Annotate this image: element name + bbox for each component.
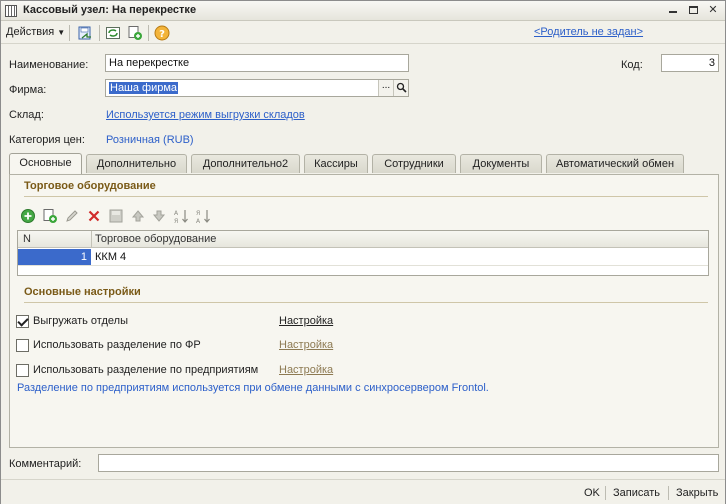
- add-row-icon[interactable]: [20, 208, 36, 224]
- save-close-icon[interactable]: [77, 25, 93, 41]
- equipment-section-title: Торговое оборудование: [24, 180, 156, 192]
- maximize-button[interactable]: [685, 3, 701, 18]
- tab-cashiers[interactable]: Кассиры: [304, 154, 368, 173]
- button-separator: [605, 486, 606, 500]
- toolbar-separator: [99, 25, 100, 41]
- code-label: Код:: [621, 59, 643, 71]
- column-header-n[interactable]: N: [23, 233, 31, 245]
- close-icon: ✕: [708, 4, 718, 16]
- split-by-enterprise-checkbox[interactable]: [16, 364, 29, 377]
- comment-input[interactable]: [98, 454, 719, 472]
- tab-main[interactable]: Основные: [9, 153, 82, 174]
- tab-employees[interactable]: Сотрудники: [372, 154, 456, 173]
- document-icon: [5, 5, 17, 17]
- price-category-label: Категория цен:: [9, 134, 85, 146]
- minimize-button[interactable]: [665, 3, 681, 18]
- toolbar: Действия ▼ ? <Родитель не задан>: [1, 22, 725, 44]
- table-header: N Торговое оборудование: [18, 231, 708, 248]
- firm-value: Наша фирма: [109, 82, 179, 94]
- code-value: 3: [708, 57, 715, 69]
- move-down-icon[interactable]: [151, 208, 167, 224]
- button-separator: [668, 486, 669, 500]
- name-value: На перекрестке: [109, 57, 190, 69]
- firm-label: Фирма:: [9, 84, 47, 96]
- svg-text:?: ?: [159, 29, 165, 40]
- maximize-icon: [688, 6, 698, 14]
- form-window: Кассовый узел: На перекрестке ✕ Действия…: [0, 0, 726, 504]
- row-number-cell[interactable]: 1: [18, 249, 91, 265]
- name-label: Наименование:: [9, 59, 89, 71]
- sort-ascending-icon[interactable]: A Я: [173, 208, 189, 224]
- split-by-fr-label[interactable]: Использовать разделение по ФР: [33, 339, 201, 351]
- title-bar: Кассовый узел: На перекрестке ✕: [1, 1, 725, 21]
- export-departments-checkbox[interactable]: [16, 315, 29, 328]
- info-text: Разделение по предприятиям используется …: [17, 382, 489, 394]
- comment-label: Комментарий:: [9, 458, 82, 470]
- column-header-equipment[interactable]: Торговое оборудование: [95, 233, 216, 245]
- actions-label: Действия: [6, 26, 55, 38]
- help-icon[interactable]: ?: [154, 25, 170, 41]
- svg-text:A: A: [196, 218, 201, 224]
- split-by-fr-settings-link[interactable]: Настройка: [279, 339, 333, 351]
- window-title: Кассовый узел: На перекрестке: [23, 4, 197, 16]
- minimize-icon: [669, 11, 677, 13]
- tab-additional2[interactable]: Дополнительно2: [191, 154, 300, 173]
- tab-panel-main: Торговое оборудование A Я Я A N Торговое…: [9, 174, 719, 448]
- parent-link[interactable]: <Родитель не задан>: [534, 26, 643, 38]
- code-input[interactable]: 3: [661, 54, 719, 72]
- equipment-table[interactable]: N Торговое оборудование 1 ККМ 4: [17, 230, 709, 276]
- sort-descending-icon[interactable]: Я A: [195, 208, 211, 224]
- firm-open-button[interactable]: [393, 80, 408, 96]
- firm-input[interactable]: Наша фирма ...: [105, 79, 409, 97]
- section-divider: [24, 302, 708, 303]
- name-input[interactable]: На перекрестке: [105, 54, 409, 72]
- move-up-icon[interactable]: [130, 208, 146, 224]
- refresh-icon[interactable]: [105, 25, 121, 41]
- copy-row-icon[interactable]: [42, 208, 58, 224]
- export-departments-label[interactable]: Выгружать отделы: [33, 315, 128, 327]
- bottom-bar: OK Записать Закрыть: [1, 479, 725, 504]
- ok-button[interactable]: OK: [584, 487, 600, 499]
- toolbar-separator: [148, 25, 149, 41]
- export-departments-settings-link[interactable]: Настройка: [279, 315, 333, 327]
- section-divider: [24, 196, 708, 197]
- equipment-cell[interactable]: ККМ 4: [92, 249, 708, 265]
- svg-text:Я: Я: [196, 210, 200, 217]
- split-by-enterprise-settings-link[interactable]: Настройка: [279, 364, 333, 376]
- actions-menu[interactable]: Действия ▼: [6, 26, 65, 38]
- svg-text:A: A: [174, 210, 179, 217]
- tab-additional[interactable]: Дополнительно: [86, 154, 187, 173]
- svg-text:Я: Я: [174, 218, 178, 224]
- toolbar-separator: [69, 25, 70, 41]
- edit-row-icon[interactable]: [64, 208, 80, 224]
- end-edit-icon[interactable]: [108, 208, 124, 224]
- warehouse-label: Склад:: [9, 109, 44, 121]
- close-window-button[interactable]: ✕: [705, 3, 721, 18]
- column-divider: [91, 231, 92, 248]
- tab-documents[interactable]: Документы: [460, 154, 542, 173]
- delete-row-icon[interactable]: [86, 208, 102, 224]
- copy-icon[interactable]: [127, 25, 143, 41]
- dropdown-arrow-icon: ▼: [57, 28, 66, 37]
- split-by-fr-checkbox[interactable]: [16, 339, 29, 352]
- settings-section-title: Основные настройки: [24, 286, 141, 298]
- price-category-link[interactable]: Розничная (RUB): [106, 134, 194, 146]
- firm-select-button[interactable]: ...: [378, 80, 393, 96]
- warehouse-link[interactable]: Используется режим выгрузки складов: [106, 109, 305, 121]
- magnifier-icon: [396, 82, 407, 93]
- split-by-enterprise-label[interactable]: Использовать разделение по предприятиям: [33, 364, 258, 376]
- save-button[interactable]: Записать: [613, 487, 660, 499]
- table-row[interactable]: 1 ККМ 4: [18, 249, 708, 266]
- close-button[interactable]: Закрыть: [676, 487, 718, 499]
- tab-auto-exchange[interactable]: Автоматический обмен: [546, 154, 684, 173]
